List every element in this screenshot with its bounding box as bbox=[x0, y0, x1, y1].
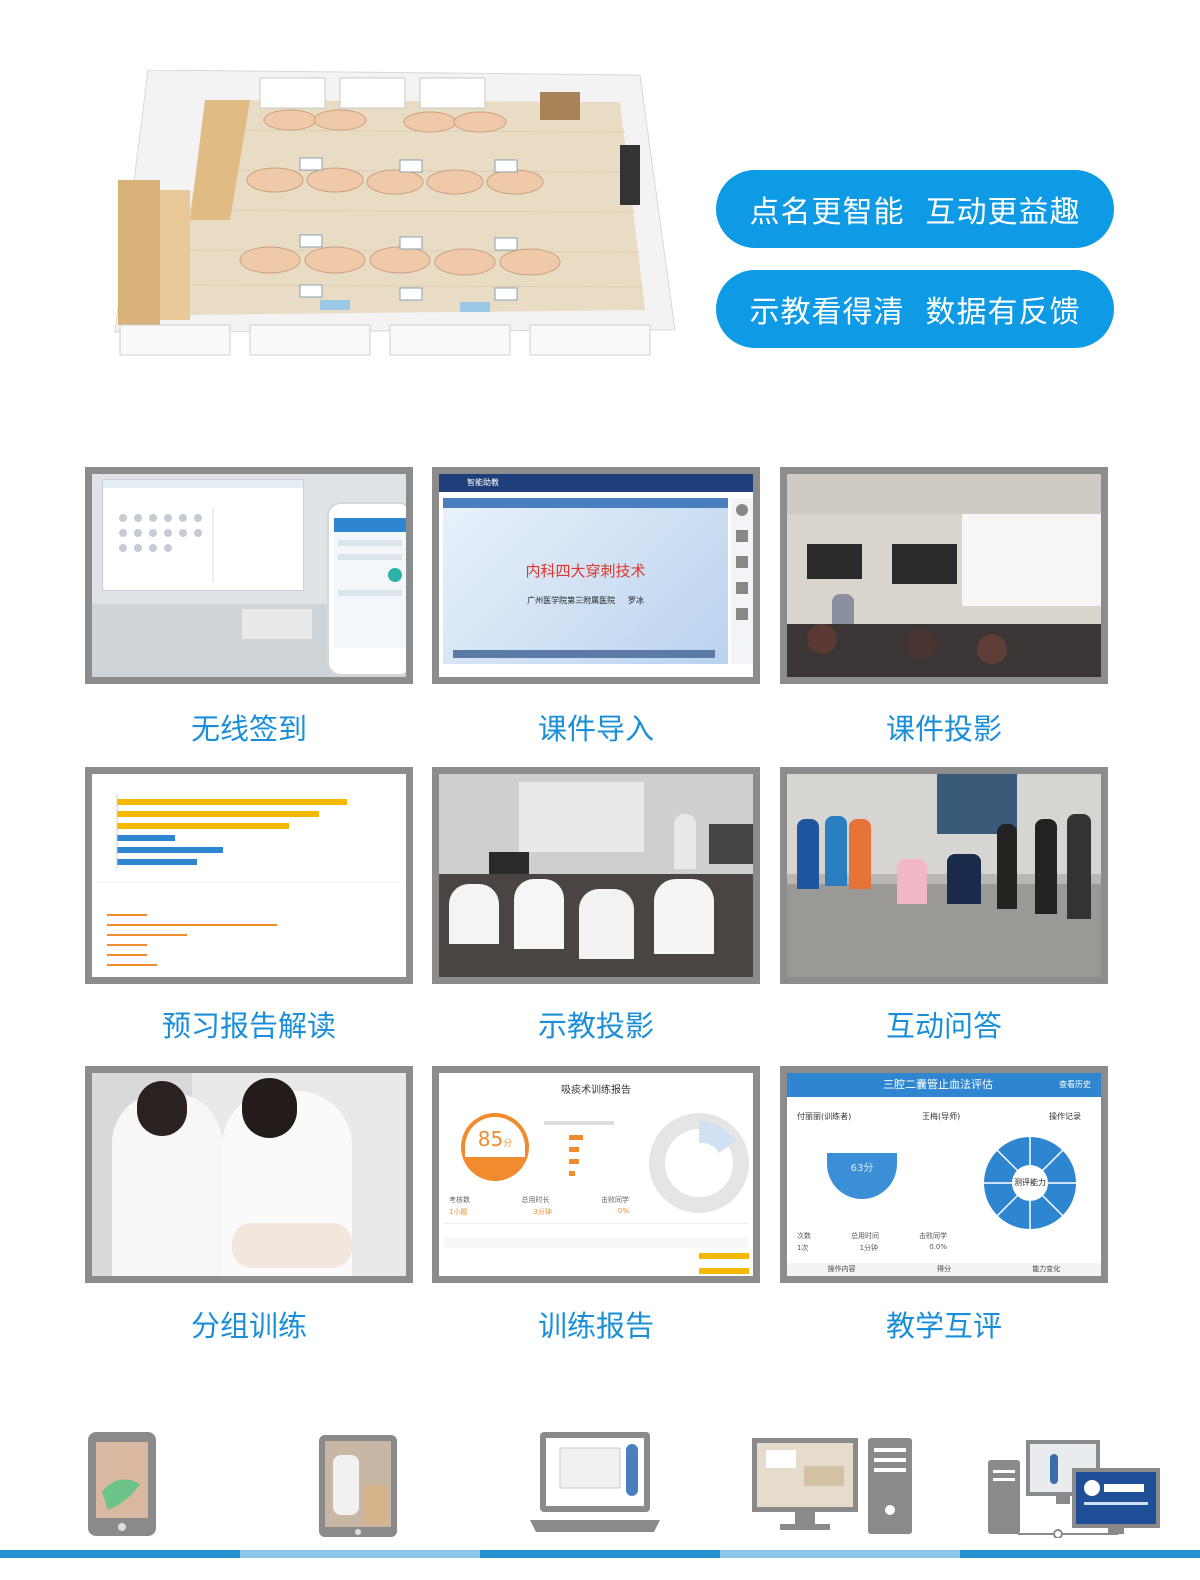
radar-chart bbox=[649, 1113, 749, 1213]
caption-demo-projection: 示教投影 bbox=[537, 1009, 654, 1043]
eval-row-value: 0.0% bbox=[929, 1243, 947, 1251]
feature-tile-interactive-qa bbox=[780, 767, 1108, 984]
stat-value: 1小题 bbox=[449, 1208, 468, 1216]
eval-row-value: 1分钟 bbox=[859, 1244, 879, 1252]
caption-interactive-qa: 互动问答 bbox=[885, 1009, 1002, 1043]
eval-row-value: 1次 bbox=[797, 1244, 809, 1252]
feature-tile-courseware-import: 智能助教 内科四大穿刺技术 广州医学院第三附属医院 罗冰 bbox=[432, 467, 760, 684]
caption-mutual-evaluation: 教学互评 bbox=[885, 1309, 1002, 1343]
caption-courseware-import: 课件导入 bbox=[537, 712, 654, 746]
eval-row-label: 击败同学 bbox=[919, 1232, 947, 1240]
projected-screen bbox=[102, 479, 304, 591]
stat-label: 总用时长 bbox=[521, 1196, 550, 1204]
caption-training-report: 训练报告 bbox=[537, 1309, 654, 1343]
sidebar-tools bbox=[731, 498, 753, 664]
eval-header: 三腔二囊管止血法评估 查看历史 bbox=[787, 1073, 1101, 1097]
slide-subtitle: 广州医学院第三附属医院 罗冰 bbox=[527, 596, 644, 605]
report-bar-chart bbox=[97, 794, 401, 966]
laptop-icon bbox=[530, 1432, 660, 1532]
slogan-text: 示教看得清 数据有反馈 bbox=[749, 295, 1081, 330]
phone-icon bbox=[88, 1432, 156, 1536]
feature-tile-group-training bbox=[85, 1066, 413, 1283]
stat-label: 击败同学 bbox=[601, 1196, 629, 1204]
pc-icon bbox=[988, 1440, 1160, 1538]
stat-label: 考核数 bbox=[449, 1196, 470, 1204]
desktop-icon bbox=[752, 1438, 912, 1534]
eval-student: 付丽丽(训练者) bbox=[797, 1112, 852, 1121]
eval-title: 三腔二囊管止血法评估 bbox=[883, 1078, 993, 1091]
ability-center-label: 测评能力 bbox=[1014, 1178, 1046, 1187]
caption-preview-report: 预习报告解读 bbox=[161, 1009, 336, 1043]
feature-tile-courseware-projection bbox=[780, 467, 1108, 684]
smartphone bbox=[327, 502, 406, 676]
slide-title: 内科四大穿刺技术 bbox=[525, 562, 646, 580]
feature-tile-training-report: 吸痰术训练报告 85分 考核数 总用时长 击败同学 1小题 3分钟 0% bbox=[432, 1066, 760, 1283]
caption-wireless-signin: 无线签到 bbox=[190, 712, 307, 746]
slogan-pill-1: 点名更智能 互动更益趣 bbox=[716, 170, 1114, 248]
feature-tile-wireless-signin bbox=[85, 467, 413, 684]
report-score: 85 bbox=[477, 1127, 504, 1151]
slogan-pill-2: 示教看得清 数据有反馈 bbox=[716, 270, 1114, 348]
slogan-text: 点名更智能 互动更益趣 bbox=[749, 195, 1081, 230]
bottom-bar bbox=[0, 1550, 1200, 1558]
caption-group-training: 分组训练 bbox=[190, 1309, 307, 1343]
eval-teacher: 王梅(导师) bbox=[922, 1112, 961, 1121]
feature-tile-demo-projection bbox=[432, 767, 760, 984]
report-title: 吸痰术训练报告 bbox=[561, 1085, 631, 1096]
eval-row-label: 次数 bbox=[797, 1232, 811, 1240]
feature-tile-preview-report bbox=[85, 767, 413, 984]
feature-tile-mutual-evaluation: 三腔二囊管止血法评估 查看历史 付丽丽(训练者) 王梅(导师) 操作记录 63分… bbox=[780, 1066, 1108, 1283]
slide-preview: 内科四大穿刺技术 广州医学院第三附属医院 罗冰 bbox=[443, 498, 728, 664]
eval-footer-col: 能力变化 bbox=[1032, 1265, 1061, 1273]
stat-value: 0% bbox=[617, 1207, 629, 1215]
eval-score: 63分 bbox=[850, 1163, 874, 1174]
eval-footer: 操作内容 得分 能力变化 bbox=[787, 1263, 1101, 1276]
eval-history-link[interactable]: 查看历史 bbox=[1059, 1073, 1091, 1097]
app-name: 智能助教 bbox=[467, 478, 499, 487]
score-circle: 85分 bbox=[461, 1113, 529, 1181]
eval-score-bowl: 63分 bbox=[827, 1153, 897, 1199]
tablet-icon bbox=[319, 1435, 397, 1537]
classroom-3d-render bbox=[114, 70, 676, 356]
eval-row-label: 总用时间 bbox=[851, 1232, 879, 1240]
stat-value: 3分钟 bbox=[533, 1208, 552, 1216]
eval-record-link[interactable]: 操作记录 bbox=[1049, 1111, 1081, 1122]
report-score-unit: 分 bbox=[503, 1139, 513, 1149]
eval-footer-col: 得分 bbox=[936, 1265, 951, 1273]
eval-footer-col: 操作内容 bbox=[827, 1265, 856, 1273]
caption-courseware-projection: 课件投影 bbox=[885, 712, 1002, 746]
app-header: 智能助教 bbox=[439, 474, 753, 492]
